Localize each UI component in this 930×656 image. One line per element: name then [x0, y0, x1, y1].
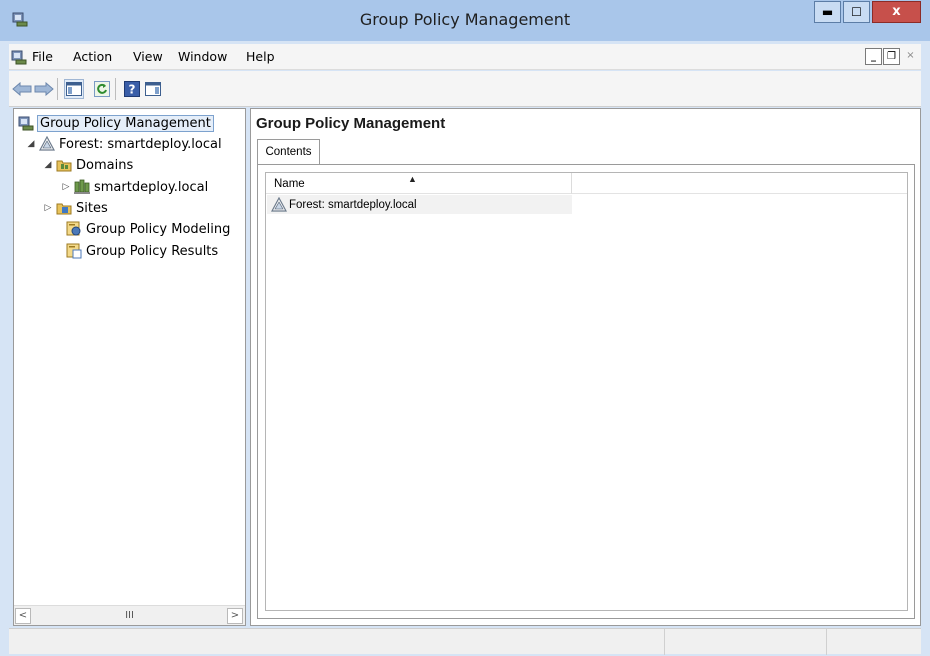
show-hide-console-tree-icon	[66, 82, 82, 96]
expand-arrow-icon[interactable]: ▷	[43, 203, 53, 213]
collapse-arrow-icon[interactable]: ◢	[26, 139, 36, 149]
details-title: Group Policy Management	[256, 115, 446, 132]
tree-item-label: Sites	[76, 200, 108, 216]
back-button[interactable]	[12, 79, 32, 99]
gpm-console-icon	[18, 116, 34, 131]
help-icon: ?	[124, 81, 140, 97]
tree-item-label: Group Policy Results	[86, 243, 219, 259]
menu-help[interactable]: Help	[246, 44, 275, 70]
show-hide-tree-button[interactable]	[64, 79, 84, 99]
back-arrow-icon	[12, 82, 32, 96]
scroll-left-button[interactable]: <	[15, 608, 31, 624]
forward-button[interactable]	[34, 79, 54, 99]
minimize-button[interactable]: ▬	[814, 1, 841, 23]
help-button[interactable]: ?	[122, 79, 142, 99]
title-bar[interactable]: Group Policy Management ▬ ☐ x	[0, 0, 930, 41]
tree-item-label: smartdeploy.local	[94, 179, 209, 195]
scroll-thumb[interactable]: III	[32, 608, 227, 624]
tree-item-group-policy-modeling[interactable]: Group Policy Modeling	[66, 219, 230, 239]
tree-item-label: Forest: smartdeploy.local	[59, 136, 222, 152]
scroll-right-button[interactable]: >	[227, 608, 243, 624]
sort-ascending-icon: ▲	[408, 174, 417, 184]
collapse-arrow-icon[interactable]: ◢	[43, 160, 53, 170]
list-item-label: Forest: smartdeploy.local	[289, 198, 417, 211]
domains-icon	[56, 160, 72, 172]
menu-action[interactable]: Action	[73, 44, 112, 70]
mdi-close-button[interactable]: ×	[902, 48, 919, 65]
tree-item-domains[interactable]: ◢ Domains	[43, 155, 134, 175]
tree-item-smartdeploy-local[interactable]: ▷ smartdeploy.local	[61, 177, 209, 197]
svg-text:?: ?	[129, 83, 136, 97]
menu-window[interactable]: Window	[178, 44, 227, 70]
console-menu-icon[interactable]	[11, 49, 27, 65]
close-icon: x	[892, 4, 901, 19]
toolbar-separator	[115, 78, 116, 100]
tree-item-sites[interactable]: ▷ Sites	[43, 198, 108, 218]
tree-item-group-policy-management[interactable]: Group Policy Management	[18, 113, 214, 133]
refresh-button[interactable]	[92, 79, 112, 99]
expand-arrow-icon[interactable]: ▷	[61, 182, 71, 192]
show-hide-action-pane-button[interactable]	[143, 79, 163, 99]
status-segment	[664, 629, 826, 655]
column-header-label: Name	[274, 178, 305, 190]
show-hide-action-pane-icon	[145, 82, 161, 96]
refresh-icon	[94, 81, 110, 97]
maximize-icon: ☐	[851, 5, 862, 19]
details-pane: Group Policy Management Contents Name ▲ …	[250, 108, 921, 626]
tree-item-label: Group Policy Management	[37, 114, 214, 132]
contents-list[interactable]: Name ▲ Forest: smartdeploy.local	[265, 172, 908, 611]
menu-view[interactable]: View	[133, 44, 163, 70]
forward-arrow-icon	[34, 82, 54, 96]
menu-file[interactable]: File	[32, 44, 53, 70]
close-button[interactable]: x	[872, 1, 921, 23]
window-title: Group Policy Management	[359, 10, 571, 29]
column-header-filler	[572, 173, 907, 194]
mdi-minimize-button[interactable]: _	[865, 48, 882, 65]
menu-bar: File Action View Window Help _ ❐ ×	[9, 44, 921, 70]
column-header-name[interactable]: Name ▲	[266, 173, 572, 194]
app-window: Group Policy Management ▬ ☐ x File Actio…	[0, 0, 930, 656]
minimize-icon: ▬	[821, 5, 834, 19]
maximize-button[interactable]: ☐	[843, 1, 870, 23]
status-bar	[9, 628, 921, 655]
domain-icon	[74, 179, 90, 194]
gp-modeling-icon	[66, 221, 81, 236]
list-item[interactable]: Forest: smartdeploy.local	[267, 195, 572, 214]
sites-icon	[56, 203, 72, 215]
forest-icon	[271, 196, 287, 212]
gp-results-icon	[66, 243, 82, 259]
tab-contents[interactable]: Contents	[257, 139, 320, 165]
tree-horizontal-scrollbar[interactable]: < III >	[14, 605, 245, 625]
tree-item-forest[interactable]: ◢ Forest: smartdeploy.local	[26, 134, 222, 154]
tab-panel: Name ▲ Forest: smartdeploy.local	[257, 164, 915, 619]
toolbar: ?	[9, 71, 921, 107]
mdi-restore-button[interactable]: ❐	[883, 48, 900, 65]
tree-item-group-policy-results[interactable]: Group Policy Results	[66, 241, 218, 261]
console-tree[interactable]: Group Policy Management ◢ Forest: smartd…	[13, 108, 246, 626]
toolbar-separator	[57, 78, 58, 100]
status-segment	[826, 629, 921, 655]
tree-item-label: Domains	[76, 157, 134, 173]
forest-icon	[39, 136, 55, 151]
tree-item-label: Group Policy Modeling	[86, 221, 231, 237]
